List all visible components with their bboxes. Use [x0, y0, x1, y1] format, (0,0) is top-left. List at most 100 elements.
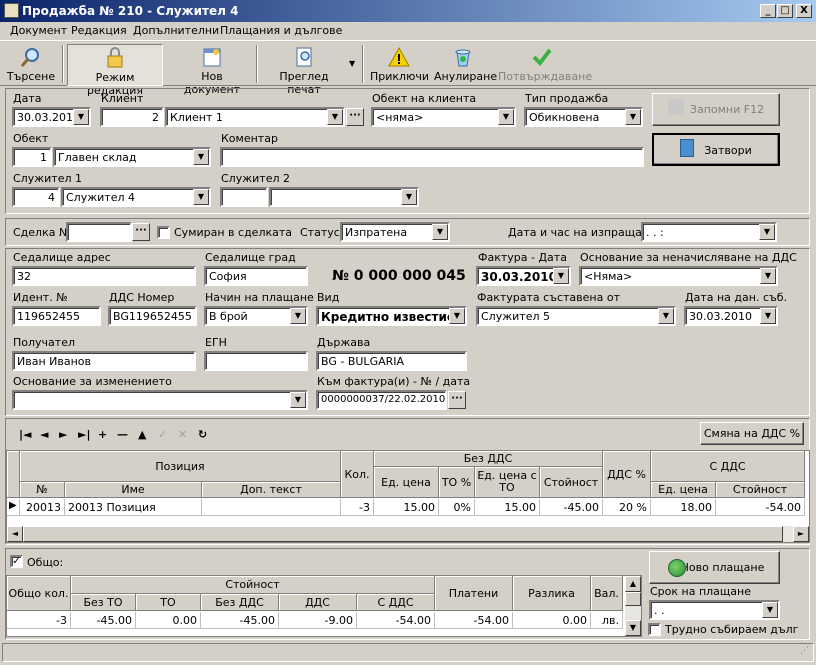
deal-browse-button[interactable]: ··· [132, 223, 150, 241]
reason-combo[interactable]: ▼ [12, 390, 308, 410]
cell-qty[interactable]: -3 [341, 499, 374, 516]
menu-document[interactable]: Документ [10, 24, 67, 37]
employee1-id-field[interactable]: 4 [12, 187, 60, 207]
nav-first-icon[interactable]: |◄ [19, 428, 31, 441]
confirm-tool-button[interactable]: Потвърждаване [498, 44, 592, 86]
col-unit-price-to[interactable]: Ед. цена с ТО [475, 467, 540, 498]
egn-field[interactable] [204, 351, 308, 371]
cancel-tool-button[interactable]: Анулиране [434, 44, 497, 86]
chevron-down-icon[interactable]: ▼ [762, 602, 778, 618]
send-datetime-combo[interactable]: . . : ▼ [641, 222, 777, 242]
scroll-left-icon[interactable]: ◄ [7, 526, 23, 542]
horizontal-scrollbar[interactable]: ◄ ► [7, 526, 809, 542]
chevron-down-icon[interactable]: ▼ [432, 224, 448, 240]
to-invoice-browse-button[interactable]: ··· [448, 391, 466, 409]
col-name[interactable]: Име [65, 482, 202, 498]
address-field[interactable]: 32 [12, 266, 196, 286]
to-invoice-field[interactable]: 0000000037/22.02.2010; [316, 390, 447, 410]
col-qty[interactable]: Кол. [341, 451, 374, 498]
total-checkbox[interactable]: ✓ [10, 555, 23, 568]
doc-type-combo[interactable]: Кредитно известие ▼ [316, 306, 467, 326]
search-tool-button[interactable]: Търсене [6, 44, 56, 86]
object-combo[interactable]: Главен склад ▼ [53, 147, 211, 167]
cell-value-vat[interactable]: -54.00 [716, 499, 805, 516]
finish-tool-button[interactable]: Приключи [370, 44, 429, 86]
cell-no[interactable]: 20013 [20, 499, 65, 516]
bad-debt-checkbox[interactable] [648, 623, 661, 636]
minimize-button[interactable]: _ [760, 4, 776, 18]
payment-method-combo[interactable]: В брой ▼ [204, 306, 308, 326]
nav-last-icon[interactable]: ►| [78, 428, 90, 441]
col-unit-price-vat[interactable]: Ед. цена [651, 482, 716, 498]
col-extra-text[interactable]: Доп. текст [202, 482, 341, 498]
edit-mode-tool-button[interactable]: Режим редакция [67, 44, 163, 97]
scroll-thumb[interactable] [625, 592, 641, 606]
made-by-combo[interactable]: Служител 5 ▼ [476, 306, 676, 326]
tax-date-combo[interactable]: 30.03.2010 ▼ [684, 306, 778, 326]
col-value[interactable]: Стойност [540, 467, 603, 498]
summed-checkbox[interactable] [157, 226, 170, 239]
col-vat-pct[interactable]: ДДС % [603, 451, 651, 498]
chevron-down-icon[interactable]: ▼ [760, 268, 776, 284]
deal-field[interactable] [66, 222, 132, 242]
chevron-down-icon[interactable]: ▼ [759, 224, 775, 240]
status-combo[interactable]: Изпратена ▼ [340, 222, 450, 242]
cell-value[interactable]: -45.00 [540, 499, 603, 516]
client-object-combo[interactable]: <няма> ▼ [371, 107, 516, 127]
chevron-down-icon[interactable]: ▼ [327, 109, 343, 125]
cell-unit-price-vat[interactable]: 18.00 [651, 499, 716, 516]
close-button[interactable]: Затвори [652, 133, 780, 166]
sale-type-combo[interactable]: Обикновена ▼ [524, 107, 643, 127]
cell-name[interactable]: 20013 Позиция [65, 499, 202, 516]
client-id-field[interactable]: 2 [100, 107, 164, 127]
vat-basis-combo[interactable]: <Няма> ▼ [579, 266, 778, 286]
employee1-combo[interactable]: Служител 4 ▼ [61, 187, 211, 207]
menu-edit[interactable]: Редакция [71, 24, 127, 37]
cell-extra[interactable] [202, 499, 341, 516]
nav-prev-icon[interactable]: ◄ [40, 428, 48, 441]
col-unit-price[interactable]: Ед. цена [374, 467, 439, 498]
chevron-down-icon[interactable]: ▼ [625, 109, 641, 125]
chevron-down-icon[interactable]: ▼ [553, 268, 569, 284]
new-payment-button[interactable]: Ново плащане [649, 551, 780, 584]
cell-vat-pct[interactable]: 20 % [603, 499, 651, 516]
nav-post-icon[interactable]: ✓ [158, 428, 167, 441]
city-field[interactable]: София [204, 266, 308, 286]
cell-unit-price[interactable]: 15.00 [374, 499, 439, 516]
menu-payments[interactable]: Плащания и дългове [220, 24, 342, 37]
country-field[interactable]: BG - BULGARIA [316, 351, 467, 371]
employee2-id-field[interactable] [220, 187, 268, 207]
col-to-pct[interactable]: ТО % [439, 467, 475, 498]
recipient-field[interactable]: Иван Иванов [12, 351, 196, 371]
employee2-combo[interactable]: ▼ [269, 187, 419, 207]
nav-refresh-icon[interactable]: ↻ [198, 428, 207, 441]
object-id-field[interactable]: 1 [12, 147, 52, 167]
col-value-vat[interactable]: Стойност [716, 482, 805, 498]
nav-next-icon[interactable]: ► [59, 428, 67, 441]
vat-number-field[interactable]: BG119652455 [108, 306, 197, 326]
new-document-tool-button[interactable]: Нов документ [172, 44, 252, 96]
chevron-down-icon[interactable]: ▼ [290, 308, 306, 324]
save-button[interactable]: Запомни F12 [652, 93, 780, 126]
chevron-down-icon[interactable]: ▼ [760, 308, 776, 324]
maximize-button[interactable]: □ [777, 4, 793, 18]
scroll-up-icon[interactable]: ▲ [625, 576, 641, 592]
col-no[interactable]: № [20, 482, 65, 498]
client-browse-button[interactable]: ··· [346, 108, 364, 126]
scroll-right-icon[interactable]: ► [793, 526, 809, 542]
payment-term-combo[interactable]: . . ▼ [649, 600, 780, 620]
nav-up-icon[interactable]: ▲ [138, 428, 146, 441]
scroll-down-icon[interactable]: ▼ [625, 620, 641, 636]
chevron-down-icon[interactable]: ▼ [658, 308, 674, 324]
chevron-down-icon[interactable]: ▼ [193, 189, 209, 205]
scroll-thumb[interactable] [23, 526, 783, 542]
change-vat-button[interactable]: Смяна на ДДС % [700, 422, 804, 445]
chevron-down-icon[interactable]: ▼ [290, 392, 306, 408]
ident-field[interactable]: 119652455 [12, 306, 101, 326]
chevron-down-icon[interactable]: ▼ [498, 109, 514, 125]
resize-grip-icon[interactable]: ⋰ [800, 647, 809, 656]
print-preview-tool-button[interactable]: Преглед печат [262, 44, 346, 96]
menu-extra[interactable]: Допълнителни [133, 24, 219, 37]
nav-delete-icon[interactable]: — [117, 428, 128, 441]
chevron-down-icon[interactable]: ▼ [73, 109, 89, 125]
